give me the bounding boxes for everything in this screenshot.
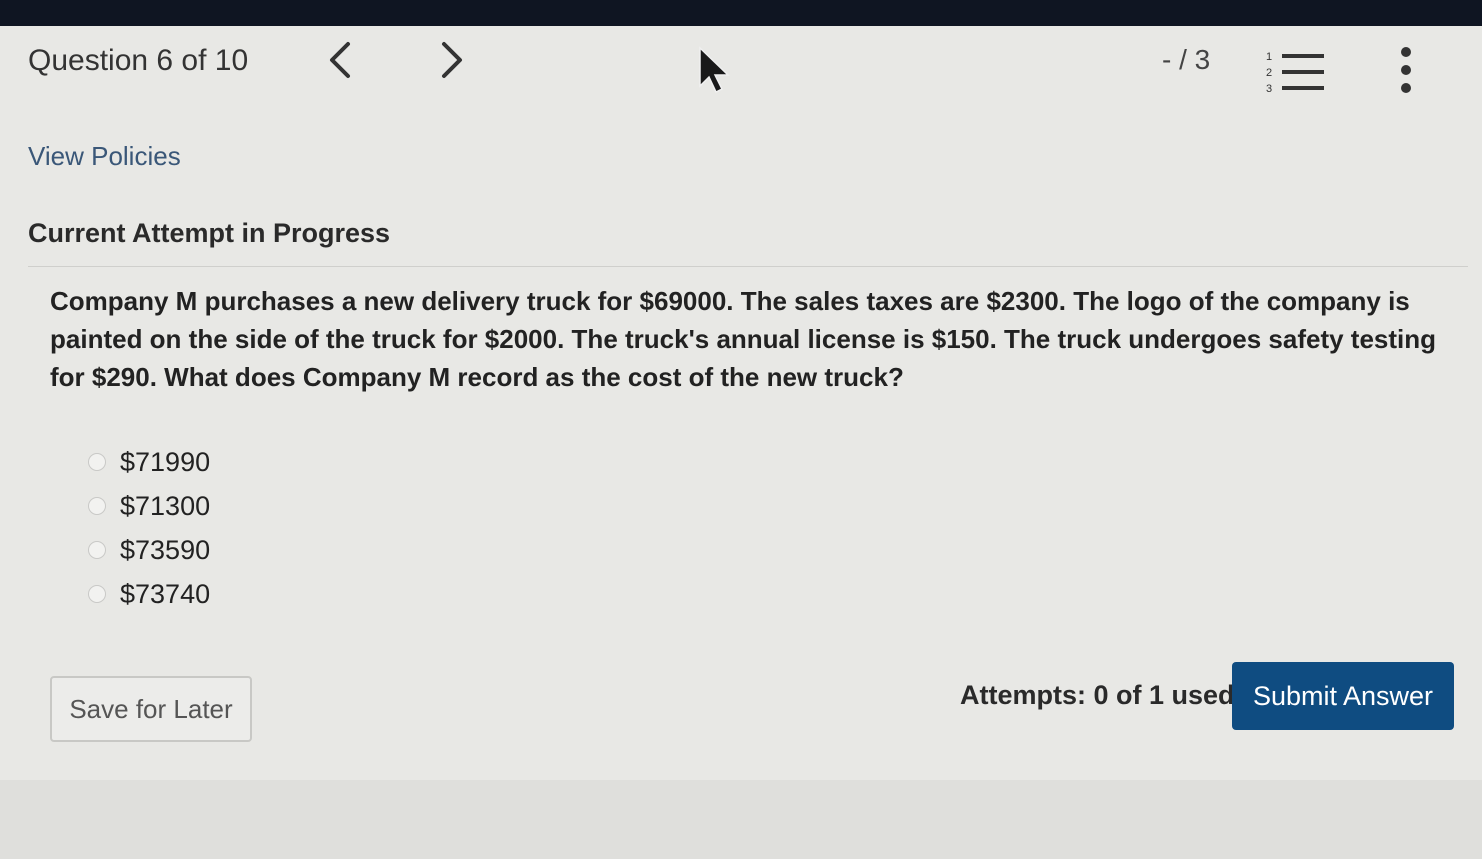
svg-text:2: 2: [1266, 67, 1272, 79]
radio-button[interactable]: [88, 497, 106, 515]
svg-text:1: 1: [1266, 51, 1272, 63]
view-policies-link[interactable]: View Policies: [28, 141, 181, 172]
radio-button[interactable]: [88, 453, 106, 471]
save-for-later-button[interactable]: Save for Later: [50, 676, 252, 742]
footer-area: [0, 780, 1482, 859]
previous-question-button[interactable]: [324, 40, 356, 80]
svg-text:3: 3: [1266, 83, 1272, 95]
radio-button[interactable]: [88, 585, 106, 603]
answer-option-label: $71300: [120, 490, 211, 521]
answer-option[interactable]: $71990: [88, 440, 210, 484]
answer-option[interactable]: $73740: [88, 572, 210, 616]
page: Question 6 of 10 - / 3 1 2 3 View Polici…: [0, 0, 1482, 859]
score-display: - / 3: [1162, 44, 1211, 75]
attempt-status-heading: Current Attempt in Progress: [28, 218, 391, 248]
more-vertical-icon[interactable]: [1394, 44, 1418, 100]
numbered-list-icon[interactable]: 1 2 3: [1262, 48, 1328, 96]
answer-option-label: $73590: [120, 534, 211, 565]
mouse-cursor-icon: [699, 46, 730, 94]
question-counter: Question 6 of 10: [28, 44, 249, 77]
answer-option-label: $71990: [120, 446, 211, 477]
answer-option[interactable]: $71300: [88, 484, 210, 528]
question-text: Company M purchases a new delivery truck…: [50, 286, 1437, 392]
answer-option[interactable]: $73590: [88, 528, 210, 572]
answer-options: $71990 $71300 $73590 $73740: [88, 440, 210, 616]
divider: [28, 266, 1468, 267]
answer-option-label: $73740: [120, 578, 211, 609]
next-question-button[interactable]: [436, 40, 468, 80]
radio-button[interactable]: [88, 541, 106, 559]
attempts-counter: Attempts: 0 of 1 used: [960, 680, 1235, 710]
chevron-right-icon: [442, 42, 462, 78]
top-bar: [0, 0, 1482, 26]
chevron-left-icon: [330, 42, 350, 78]
submit-answer-button[interactable]: Submit Answer: [1232, 662, 1454, 730]
